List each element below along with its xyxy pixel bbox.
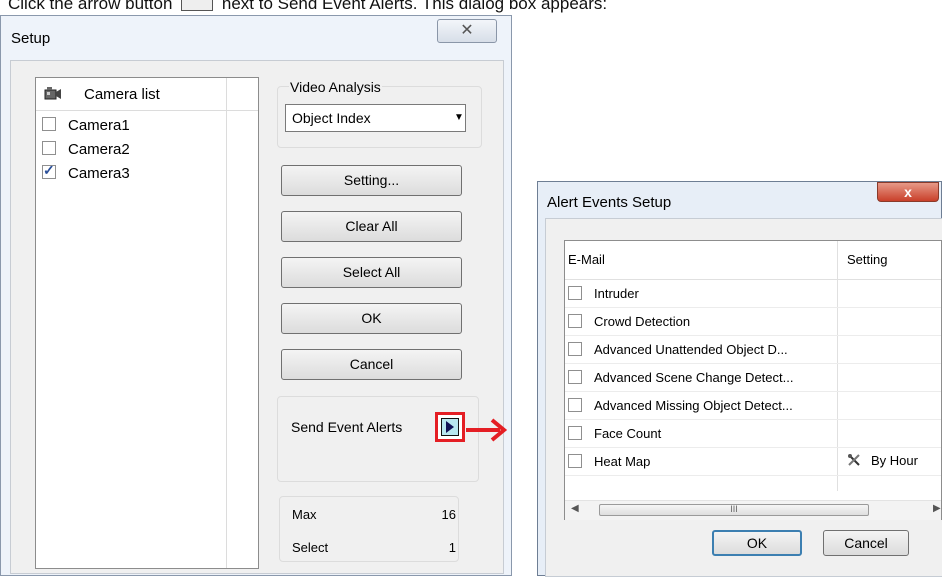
caption-text-before: Click the arrow button: [8, 0, 173, 13]
select-value: 1: [448, 540, 456, 555]
alert-events-title: Alert Events Setup: [547, 194, 672, 211]
email-checkbox[interactable]: [568, 286, 582, 300]
camera-list-title: Camera list: [84, 86, 160, 103]
caption-text-after: next to Send Event Alerts. This dialog b…: [221, 0, 608, 13]
event-label: Advanced Unattended Object D...: [594, 342, 788, 357]
scrollbar-thumb[interactable]: III: [599, 504, 869, 516]
camera-list-panel[interactable]: Camera list Camera1 Camera2 Camera3: [35, 77, 259, 569]
setting-column-header[interactable]: Setting: [847, 252, 887, 267]
max-label: Max: [292, 507, 317, 522]
instruction-caption: Click the arrow button next to Send Even…: [8, 0, 607, 14]
camera-checkbox[interactable]: [42, 162, 56, 179]
list-item[interactable]: Intruder: [565, 279, 941, 308]
alert-events-list[interactable]: E-Mail Setting Intruder Crowd Detection …: [564, 240, 942, 520]
event-label: Advanced Missing Object Detect...: [594, 398, 793, 413]
email-checkbox[interactable]: [568, 314, 582, 328]
camera-name: Camera1: [68, 117, 130, 134]
tools-icon: [848, 454, 860, 466]
scroll-right-icon[interactable]: ▶: [933, 503, 941, 514]
horizontal-scrollbar[interactable]: ◀ III ▶: [565, 500, 941, 520]
alert-cancel-button[interactable]: Cancel: [823, 530, 909, 556]
setting-button[interactable]: Setting...: [281, 165, 462, 196]
camera-row[interactable]: Camera1: [42, 117, 130, 139]
setup-title: Setup: [11, 30, 51, 47]
email-column-header[interactable]: E-Mail: [568, 252, 605, 267]
camera-checkbox[interactable]: [42, 141, 56, 155]
camera-icon: [44, 87, 61, 100]
close-icon: ✕: [460, 22, 474, 39]
cancel-button[interactable]: Cancel: [281, 349, 462, 380]
column-divider: [226, 78, 227, 568]
video-analysis-label: Video Analysis: [289, 79, 382, 95]
email-checkbox[interactable]: [568, 342, 582, 356]
camera-row[interactable]: Camera2: [42, 141, 130, 163]
camera-name: Camera3: [68, 165, 130, 182]
email-checkbox[interactable]: [568, 426, 582, 440]
event-label: Heat Map: [594, 454, 651, 469]
play-triangle: [446, 421, 454, 433]
event-setting[interactable]: By Hour: [847, 453, 918, 468]
play-arrow-icon: [441, 418, 459, 436]
ok-button[interactable]: OK: [281, 303, 462, 334]
setup-close-button[interactable]: ✕: [437, 19, 497, 43]
thumb-grip: III: [730, 504, 738, 514]
email-checkbox[interactable]: [568, 370, 582, 384]
video-analysis-value: Object Index: [292, 110, 371, 126]
camera-list-header: Camera list: [36, 78, 258, 111]
event-label: Advanced Scene Change Detect...: [594, 370, 794, 385]
list-item[interactable]: Advanced Missing Object Detect...: [565, 391, 941, 420]
alert-ok-button[interactable]: OK: [712, 530, 802, 556]
select-all-button[interactable]: Select All: [281, 257, 462, 288]
select-label: Select: [292, 540, 329, 555]
heat-map-setting-value: By Hour: [871, 453, 918, 468]
list-item[interactable]: Crowd Detection: [565, 307, 941, 336]
email-checkbox[interactable]: [568, 454, 582, 468]
red-arrow-icon: [466, 418, 508, 442]
video-analysis-select[interactable]: Object Index ▼: [285, 104, 466, 132]
send-event-alerts-arrow-button[interactable]: [435, 412, 465, 442]
chevron-down-icon: ▼: [454, 112, 464, 123]
arrow-button-icon: [181, 0, 214, 12]
event-label: Face Count: [594, 426, 662, 441]
send-event-alerts-label: Send Event Alerts: [291, 419, 403, 435]
list-item[interactable]: Advanced Unattended Object D...: [565, 335, 941, 364]
list-item[interactable]: Advanced Scene Change Detect...: [565, 363, 941, 392]
email-checkbox[interactable]: [568, 398, 582, 412]
camera-checkbox[interactable]: [42, 117, 56, 131]
event-label: Crowd Detection: [594, 314, 691, 329]
event-label: Intruder: [594, 286, 639, 301]
list-header: E-Mail Setting: [565, 241, 941, 280]
list-item[interactable]: Heat Map By Hour: [565, 447, 941, 476]
list-item[interactable]: Face Count: [565, 419, 941, 448]
clear-all-button[interactable]: Clear All: [281, 211, 462, 242]
max-value: 16: [441, 507, 456, 522]
camera-name: Camera2: [68, 141, 130, 158]
scroll-left-icon[interactable]: ◀: [571, 503, 579, 514]
close-icon: x: [904, 184, 912, 200]
camera-row[interactable]: Camera3: [42, 162, 130, 187]
alert-close-button[interactable]: x: [877, 182, 939, 202]
